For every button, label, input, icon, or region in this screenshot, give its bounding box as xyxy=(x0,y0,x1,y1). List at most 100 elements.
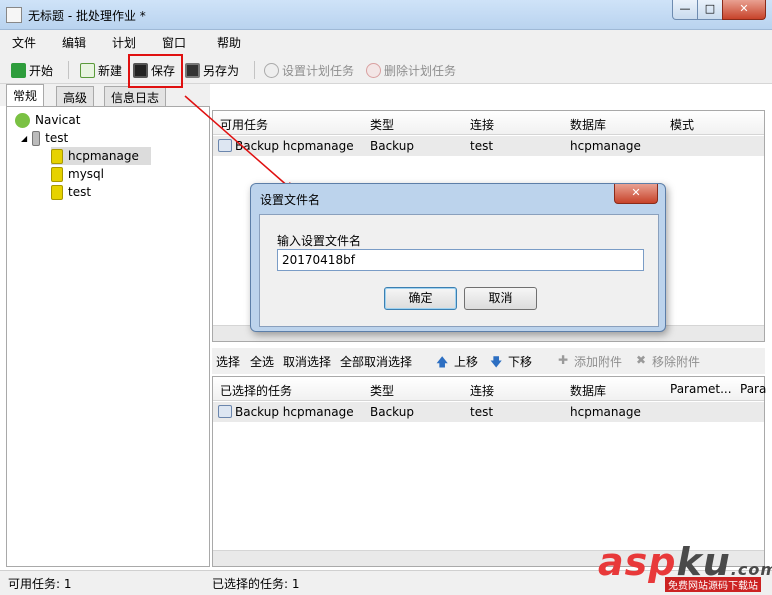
tree-node-connection[interactable]: ◢ test xyxy=(21,129,68,147)
available-count: 可用任务: 1 xyxy=(8,577,72,591)
dialog-title: 设置文件名 xyxy=(260,193,321,207)
tree-node-db-hcpmanage[interactable]: hcpmanage xyxy=(51,147,151,165)
tab-general[interactable]: 常规 xyxy=(6,84,45,106)
select-all-button[interactable]: 全选 xyxy=(250,353,274,370)
table-row[interactable]: Backup hcpmanage Backup test hcpmanage xyxy=(213,402,764,422)
task-cell: Backup hcpmanage xyxy=(235,405,354,419)
server-icon xyxy=(32,130,41,146)
column-header[interactable]: 已选择的任务 xyxy=(220,382,292,399)
start-label: 开始 xyxy=(29,63,54,78)
selected-tasks-table: 已选择的任务 类型 连接 数据库 Paramet... Para Backup … xyxy=(212,376,766,567)
delete-schedule-button[interactable]: 删除计划任务 xyxy=(366,60,456,80)
attach-remove-icon: ✖ xyxy=(636,353,647,367)
ok-button[interactable]: 确定 xyxy=(384,287,457,310)
new-icon xyxy=(80,62,95,78)
column-header[interactable]: Paramet... xyxy=(670,382,732,396)
task-action-bar: 选择 全选 取消选择 全部取消选择 🡅 上移 🡇 下移 ✚ 添加附件 ✖ 移除附… xyxy=(212,348,765,374)
start-button[interactable]: 开始 xyxy=(11,60,53,80)
database-icon xyxy=(51,148,63,164)
tree-node-db-mysql[interactable]: mysql xyxy=(51,165,104,183)
deselect-button[interactable]: 取消选择 xyxy=(283,353,331,370)
table-header: 已选择的任务 类型 连接 数据库 Paramet... Para xyxy=(213,377,766,401)
tree-db-label: test xyxy=(68,185,92,199)
filename-label: 输入设置文件名 xyxy=(277,234,362,248)
backup-icon xyxy=(218,139,232,152)
menu-file[interactable]: 文件 xyxy=(12,34,36,51)
set-schedule-button[interactable]: 设置计划任务 xyxy=(264,60,354,80)
task-cell: Backup hcpmanage xyxy=(235,139,354,153)
menu-bar: 文件 编辑 计划 窗口 帮助 xyxy=(0,30,772,54)
move-up-button[interactable]: 上移 xyxy=(454,353,478,370)
dialog-body: 输入设置文件名 确定 取消 xyxy=(259,214,659,327)
column-header[interactable]: 连接 xyxy=(470,116,494,133)
new-button[interactable]: 新建 xyxy=(80,60,122,80)
set-schedule-label: 设置计划任务 xyxy=(282,63,355,78)
clock-icon xyxy=(264,62,279,78)
arrow-down-icon: 🡇 xyxy=(490,355,503,369)
maximize-button[interactable]: □ xyxy=(697,0,723,20)
column-header[interactable]: 模式 xyxy=(670,116,694,133)
column-header[interactable]: 类型 xyxy=(370,116,394,133)
tree-node-navicat[interactable]: Navicat xyxy=(15,111,80,129)
column-header[interactable]: 数据库 xyxy=(570,382,606,399)
save-as-button[interactable]: 另存为 xyxy=(185,60,239,80)
table-header: 可用任务 类型 连接 数据库 模式 xyxy=(213,111,764,135)
close-button[interactable]: ✕ xyxy=(722,0,766,20)
toolbar-separator xyxy=(68,61,69,79)
set-filename-dialog: 设置文件名 ✕ 输入设置文件名 确定 取消 xyxy=(250,183,666,332)
column-header[interactable]: 可用任务 xyxy=(220,116,268,133)
select-button[interactable]: 选择 xyxy=(216,353,240,370)
tree-db-label: mysql xyxy=(68,167,104,181)
deselect-all-button[interactable]: 全部取消选择 xyxy=(340,353,412,370)
filename-input[interactable] xyxy=(277,249,644,271)
tab-advanced[interactable]: 高级 xyxy=(56,86,95,106)
add-attachment-button[interactable]: 添加附件 xyxy=(574,353,622,370)
cancel-button[interactable]: 取消 xyxy=(464,287,537,310)
clock-delete-icon xyxy=(366,62,381,78)
column-header[interactable]: 连接 xyxy=(470,382,494,399)
delete-schedule-label: 删除计划任务 xyxy=(384,63,457,78)
database-icon xyxy=(51,184,63,200)
database-icon xyxy=(51,166,63,182)
title-bar: 无标题 - 批处理作业 * — □ ✕ xyxy=(0,0,772,30)
save-as-label: 另存为 xyxy=(203,63,240,78)
toolbar: 开始 新建 保存 另存为 设置计划任务 删除计划任务 xyxy=(0,54,772,84)
start-icon xyxy=(11,62,26,78)
tree-db-label: hcpmanage xyxy=(68,149,139,163)
remove-attachment-button[interactable]: 移除附件 xyxy=(652,353,700,370)
column-header[interactable]: 类型 xyxy=(370,382,394,399)
app-icon xyxy=(6,7,22,23)
tree-root-label: Navicat xyxy=(35,113,81,127)
tree-node-db-test[interactable]: test xyxy=(51,183,91,201)
menu-window[interactable]: 窗口 xyxy=(162,34,186,51)
database-cell: hcpmanage xyxy=(570,405,641,419)
minimize-button[interactable]: — xyxy=(672,0,698,20)
connection-cell: test xyxy=(470,405,494,419)
table-row[interactable]: Backup hcpmanage Backup test hcpmanage xyxy=(213,136,764,156)
watermark-subtitle: 免费网站源码下载站 xyxy=(665,577,761,592)
column-header[interactable]: Para xyxy=(740,382,766,396)
attach-add-icon: ✚ xyxy=(558,353,569,367)
arrow-up-icon: 🡅 xyxy=(436,355,449,369)
column-header[interactable]: 数据库 xyxy=(570,116,606,133)
window-title: 无标题 - 批处理作业 * xyxy=(28,9,146,23)
type-cell: Backup xyxy=(370,139,414,153)
floppy-save-as-icon xyxy=(185,62,200,78)
connection-cell: test xyxy=(470,139,494,153)
selected-count: 已选择的任务: 1 xyxy=(212,577,300,591)
tab-log[interactable]: 信息日志 xyxy=(104,86,167,106)
move-down-button[interactable]: 下移 xyxy=(508,353,532,370)
tree-connection-label: test xyxy=(45,131,69,145)
new-label: 新建 xyxy=(98,63,123,78)
connection-tree: Navicat ◢ test hcpmanage mysql test xyxy=(6,106,210,567)
annotation-highlight-box xyxy=(128,54,183,88)
menu-edit[interactable]: 编辑 xyxy=(62,34,86,51)
menu-schedule[interactable]: 计划 xyxy=(112,34,136,51)
navicat-icon xyxy=(15,112,30,128)
database-cell: hcpmanage xyxy=(570,139,641,153)
dialog-close-button[interactable]: ✕ xyxy=(614,184,658,204)
toolbar-separator xyxy=(254,61,255,79)
type-cell: Backup xyxy=(370,405,414,419)
backup-icon xyxy=(218,405,232,418)
menu-help[interactable]: 帮助 xyxy=(217,34,241,51)
